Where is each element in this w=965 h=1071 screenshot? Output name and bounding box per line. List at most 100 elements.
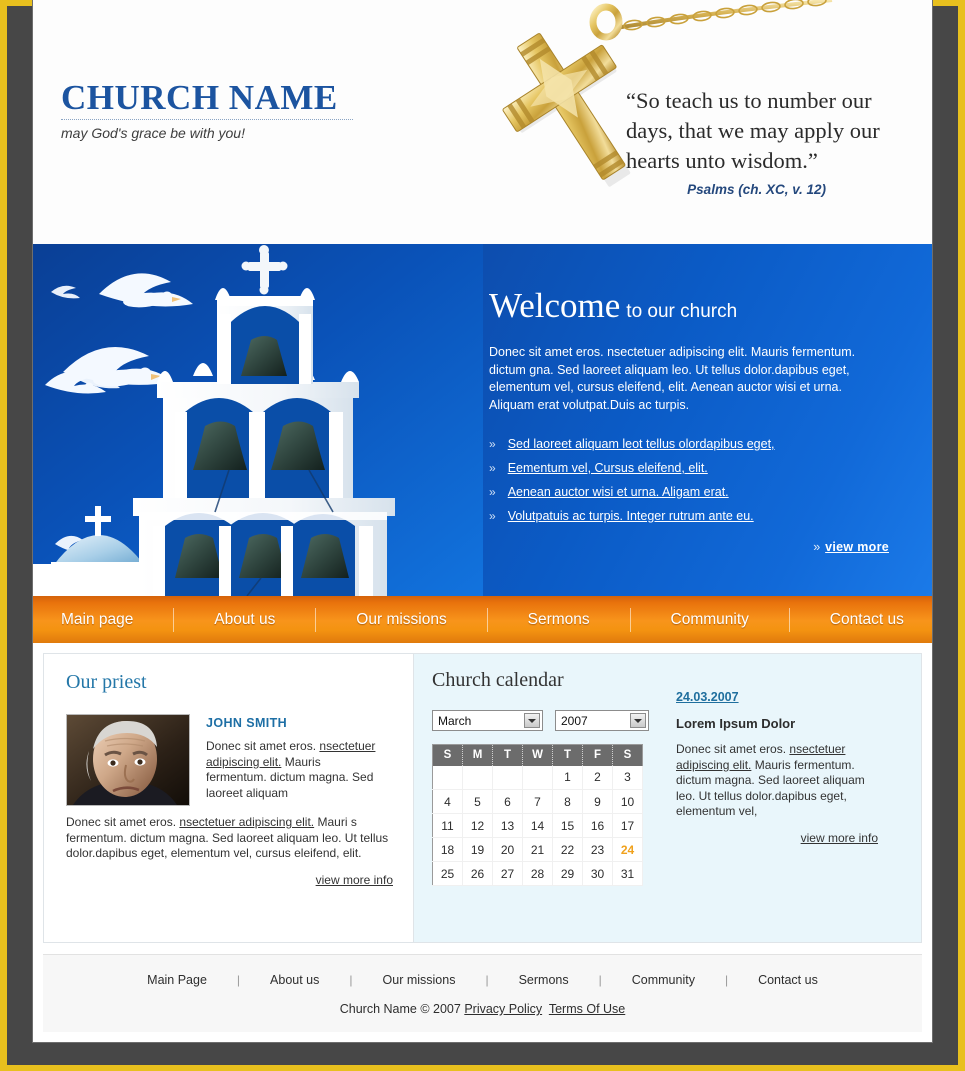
nav-item-main-page[interactable]: Main page: [57, 611, 137, 629]
footer-link-contact-us[interactable]: Contact us: [728, 973, 848, 987]
church-calendar-section: Church calendar March 2007 S M T W T F S…: [413, 654, 921, 942]
footer-link-our-missions[interactable]: Our missions: [353, 973, 486, 987]
hero-link-item[interactable]: » Aenean auctor wisi et urna. Aligam erat…: [489, 480, 901, 504]
footer-link-about-us[interactable]: About us: [240, 973, 349, 987]
bell-tower-photo: [33, 244, 483, 596]
scripture-quote-source: Psalms (ch. XC, v. 12): [687, 182, 826, 197]
welcome-heading-main: Welcome: [489, 286, 621, 325]
calendar-day[interactable]: 1: [552, 765, 583, 790]
calendar-day[interactable]: 10: [612, 789, 643, 814]
chevron-double-right-icon: »: [813, 540, 821, 554]
privacy-policy-link[interactable]: Privacy Policy: [464, 1002, 542, 1016]
calendar-day[interactable]: 31: [612, 861, 643, 886]
calendar-weekday-tue: T: [492, 744, 523, 766]
hero-link-item[interactable]: » Volutpatuis ac turpis. Integer rutrum a…: [489, 504, 901, 528]
calendar-day[interactable]: 5: [462, 789, 493, 814]
hero-link-1[interactable]: Sed laoreet aliquam leot tellus olordapi…: [508, 437, 775, 451]
month-select-value: March: [438, 713, 472, 728]
hero-link-2[interactable]: Eementum vel, Cursus eleifend, elit.: [508, 461, 708, 475]
news-item: 24.03.2007 Lorem Ipsum Dolor Donec sit a…: [662, 669, 894, 942]
calendar-day[interactable]: 30: [582, 861, 613, 886]
site-logo[interactable]: CHURCH NAME may God's grace be with you!: [61, 78, 353, 141]
calendar-day[interactable]: 13: [492, 813, 523, 838]
church-calendar-title: Church calendar: [432, 669, 564, 691]
year-select[interactable]: 2007: [555, 710, 649, 731]
priest-top-row: JOHN SMITH Donec sit amet eros. nsectetu…: [66, 714, 393, 806]
main-navigation: Main page About us Our missions Sermons …: [33, 596, 932, 643]
site-tagline: may God's grace be with you!: [61, 125, 245, 141]
calendar-day[interactable]: 20: [492, 837, 523, 862]
news-view-more-link[interactable]: view more info: [801, 831, 878, 845]
priest-intro-before: Donec sit amet eros.: [206, 739, 320, 753]
nav-item-sermons[interactable]: Sermons: [524, 611, 594, 629]
calendar-day[interactable]: 26: [462, 861, 493, 886]
news-title: Lorem Ipsum Dolor: [676, 716, 796, 731]
calendar-weekday-mon: M: [462, 744, 493, 766]
news-body-before: Donec sit amet eros.: [676, 742, 790, 756]
site-header: CHURCH NAME may God's grace be with you!…: [33, 0, 932, 244]
calendar-day[interactable]: 25: [432, 861, 463, 886]
nav-item-our-missions[interactable]: Our missions: [352, 611, 450, 629]
calendar-day[interactable]: 14: [522, 813, 553, 838]
month-select[interactable]: March: [432, 710, 543, 731]
calendar-week-row: 11 12 13 14 15 16 17: [432, 813, 643, 838]
calendar-day[interactable]: 22: [552, 837, 583, 862]
hero-link-3[interactable]: Aenean auctor wisi et urna. Aligam erat.: [508, 485, 729, 499]
calendar-day[interactable]: 16: [582, 813, 613, 838]
nav-item-contact-us[interactable]: Contact us: [826, 611, 908, 629]
calendar-day-selected[interactable]: 24: [612, 837, 643, 862]
calendar-day[interactable]: 29: [552, 861, 583, 886]
hero-view-more-link[interactable]: view more: [825, 540, 889, 554]
calendar-day[interactable]: 11: [432, 813, 463, 838]
priest-view-more-link[interactable]: view more info: [316, 873, 393, 887]
chevron-down-icon[interactable]: [630, 713, 646, 728]
chevron-down-icon[interactable]: [524, 713, 540, 728]
calendar-day[interactable]: 6: [492, 789, 523, 814]
calendar-table[interactable]: S M T W T F S 1 2 3 4 5 6 7 8 9 10 11 12…: [432, 744, 643, 886]
calendar-left: Church calendar March 2007 S M T W T F S…: [432, 669, 662, 942]
calendar-day[interactable]: [432, 765, 463, 790]
copyright-row: Church Name © 2007 Privacy Policy Terms …: [43, 1002, 922, 1016]
nav-item-about-us[interactable]: About us: [210, 611, 279, 629]
calendar-day[interactable]: 18: [432, 837, 463, 862]
priest-bio-text: Donec sit amet eros. nsectetuer adipisci…: [66, 815, 391, 862]
calendar-day[interactable]: 23: [582, 837, 613, 862]
calendar-day[interactable]: 2: [582, 765, 613, 790]
footer-link-sermons[interactable]: Sermons: [489, 973, 599, 987]
nav-separator: [173, 607, 175, 632]
content-area: Our priest JOHN SMITH Donec sit amet ero…: [33, 643, 932, 943]
calendar-day[interactable]: 17: [612, 813, 643, 838]
calendar-day[interactable]: 12: [462, 813, 493, 838]
terms-of-use-link[interactable]: Terms Of Use: [549, 1002, 625, 1016]
scripture-quote-text: “So teach us to number our days, that we…: [626, 88, 880, 173]
nav-item-community[interactable]: Community: [667, 611, 753, 629]
calendar-day[interactable]: 19: [462, 837, 493, 862]
site-footer: Main Page | About us | Our missions | Se…: [43, 954, 922, 1032]
news-date-link[interactable]: 24.03.2007: [676, 690, 739, 704]
calendar-day[interactable]: 7: [522, 789, 553, 814]
hero-link-item[interactable]: » Sed laoreet aliquam leot tellus olordap…: [489, 432, 901, 456]
calendar-day[interactable]: [522, 765, 553, 790]
calendar-day[interactable]: 9: [582, 789, 613, 814]
hero-link-4[interactable]: Volutpatuis ac turpis. Integer rutrum an…: [508, 509, 754, 523]
nav-separator: [788, 607, 790, 632]
welcome-heading: Welcome to our church: [489, 286, 901, 326]
priest-bio-link[interactable]: nsectetuer adipiscing elit.: [179, 815, 314, 829]
hero-link-item[interactable]: » Eementum vel, Cursus eleifend, elit.: [489, 456, 901, 480]
calendar-day[interactable]: 28: [522, 861, 553, 886]
footer-navigation: Main Page | About us | Our missions | Se…: [43, 973, 922, 987]
calendar-day[interactable]: 21: [522, 837, 553, 862]
calendar-day[interactable]: 27: [492, 861, 523, 886]
calendar-day[interactable]: [462, 765, 493, 790]
calendar-day[interactable]: 8: [552, 789, 583, 814]
calendar-week-row: 18 19 20 21 22 23 24: [432, 837, 643, 862]
our-priest-title: Our priest: [66, 671, 147, 693]
footer-link-main-page[interactable]: Main Page: [117, 973, 237, 987]
calendar-day[interactable]: 4: [432, 789, 463, 814]
calendar-day[interactable]: 15: [552, 813, 583, 838]
calendar-day[interactable]: [492, 765, 523, 790]
hero-view-more-row: » view more: [489, 540, 889, 554]
calendar-weekday-sat: S: [612, 744, 643, 766]
calendar-day[interactable]: 3: [612, 765, 643, 790]
footer-link-community[interactable]: Community: [602, 973, 725, 987]
